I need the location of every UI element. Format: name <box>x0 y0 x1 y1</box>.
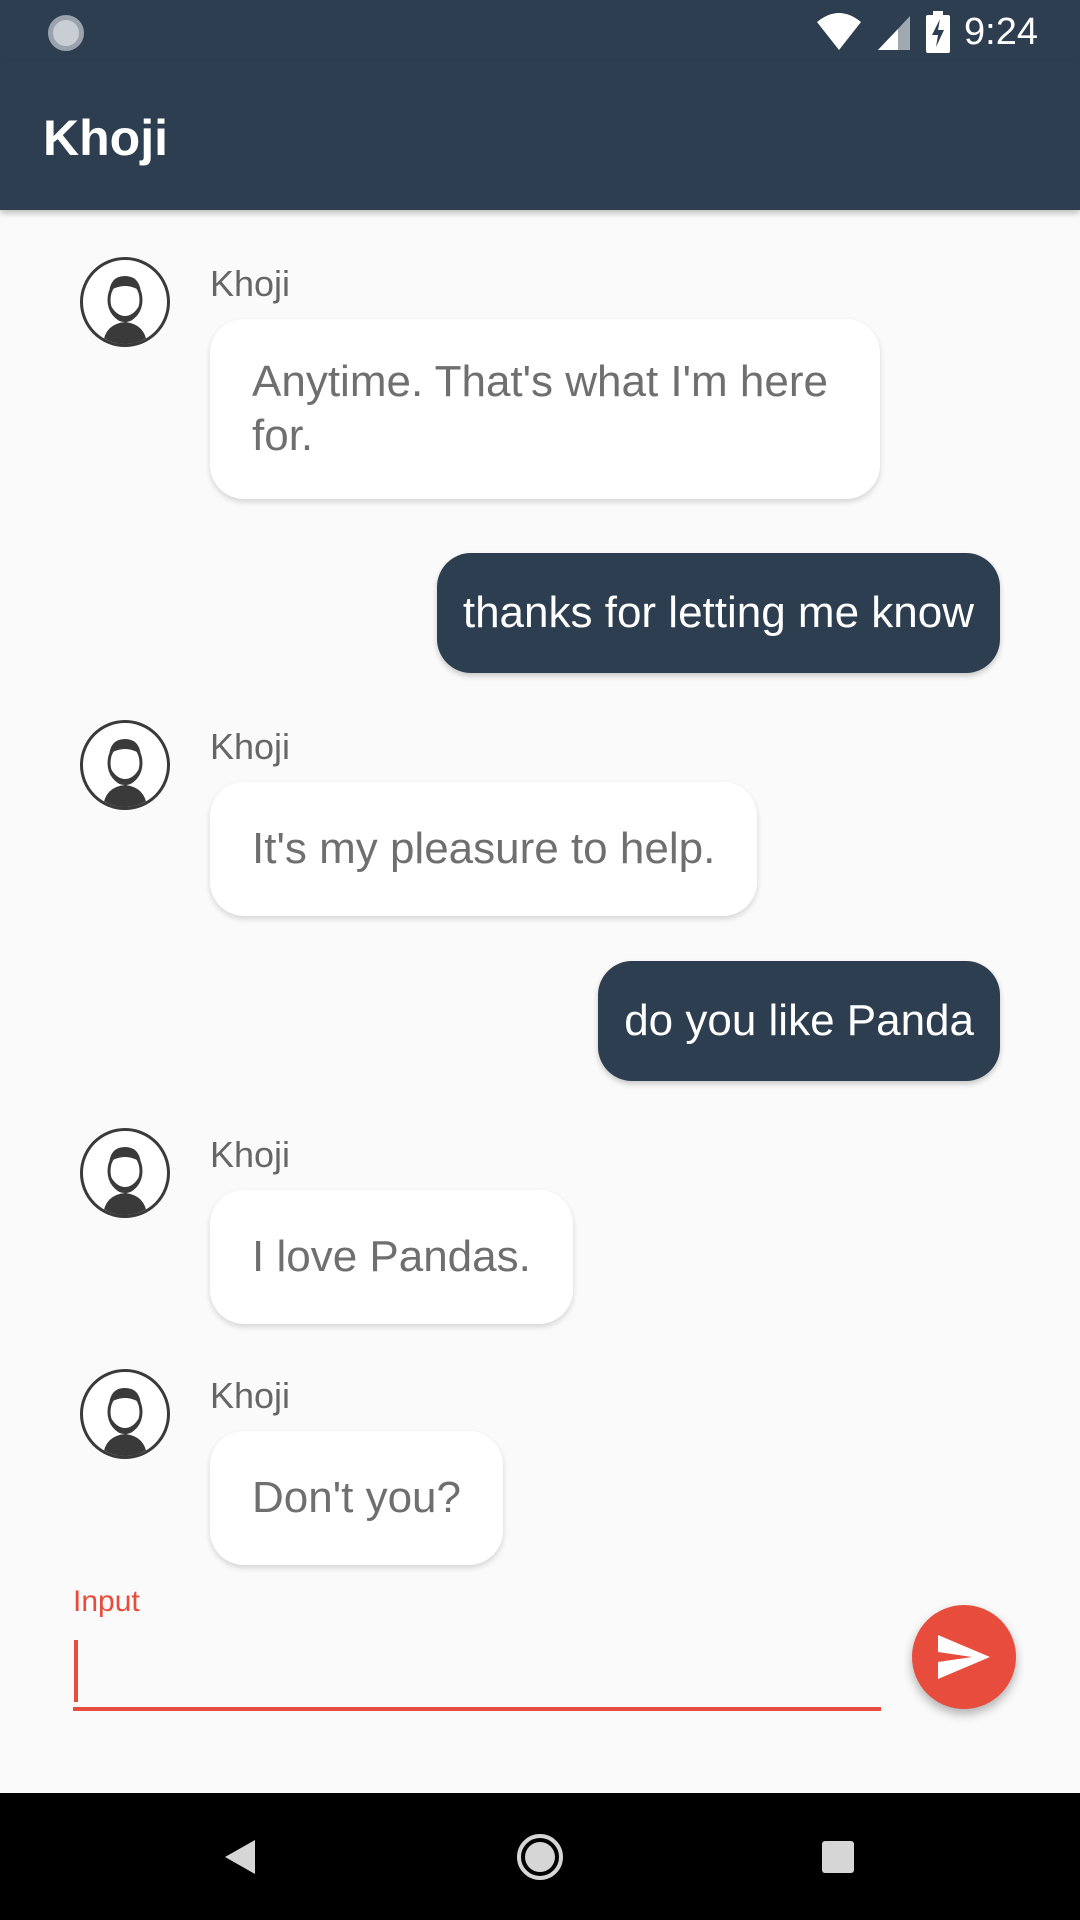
bot-avatar-icon <box>80 1369 170 1459</box>
navigation-bar <box>0 1793 1080 1920</box>
recents-icon <box>822 1840 854 1873</box>
signal-icon <box>878 16 911 50</box>
battery-charging-icon <box>926 11 951 53</box>
app-title: Khoji <box>43 110 168 166</box>
bot-bubble: It's my pleasure to help. <box>210 782 758 916</box>
sender-name: Khoji <box>210 1134 291 1175</box>
back-button[interactable] <box>150 1793 330 1920</box>
user-bubble: thanks for letting me know <box>436 553 1000 673</box>
bot-avatar-icon <box>80 1128 170 1218</box>
bot-avatar-icon <box>80 720 170 810</box>
send-button[interactable] <box>912 1605 1016 1709</box>
chat-screen: 9:24 Khoji Khoji Anytime. That's what I'… <box>0 0 1080 1920</box>
message-input[interactable] <box>73 1635 881 1711</box>
bot-bubble: I love Pandas. <box>210 1190 573 1324</box>
bot-bubble: Anytime. That's what I'm here for. <box>210 319 880 499</box>
bot-avatar-icon <box>80 257 170 347</box>
back-icon <box>225 1839 255 1874</box>
home-button[interactable] <box>450 1793 630 1920</box>
input-label: Input <box>73 1585 140 1618</box>
text-cursor <box>74 1640 78 1702</box>
loading-icon <box>48 15 84 51</box>
status-bar: 9:24 <box>0 0 1080 63</box>
status-time: 9:24 <box>964 10 1038 53</box>
wifi-icon <box>817 13 862 50</box>
app-bar: Khoji <box>0 63 1080 210</box>
send-icon <box>938 1635 990 1679</box>
sender-name: Khoji <box>210 726 291 767</box>
recents-button[interactable] <box>748 1793 928 1920</box>
bot-bubble: Don't you? <box>210 1431 503 1565</box>
sender-name: Khoji <box>210 263 291 304</box>
sender-name: Khoji <box>210 1375 291 1416</box>
user-bubble: do you like Panda <box>598 961 1000 1081</box>
status-icons: 9:24 <box>816 8 1038 56</box>
home-icon <box>517 1833 563 1880</box>
